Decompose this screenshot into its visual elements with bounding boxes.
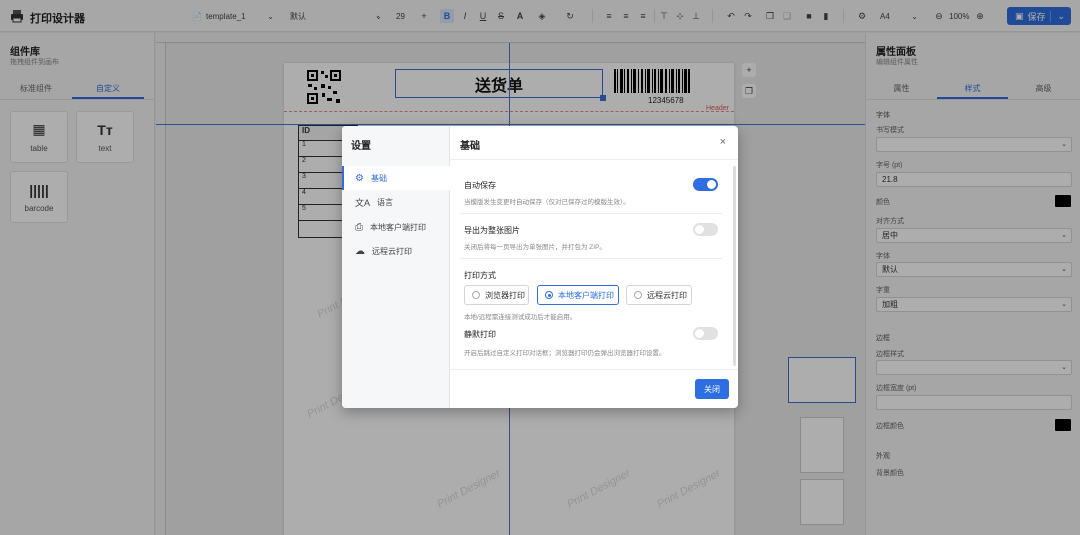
silent-print-toggle[interactable]: [693, 327, 718, 340]
settings-title: 设置: [351, 141, 371, 152]
nav-item-basic[interactable]: ⚙ 基础: [342, 166, 450, 190]
settings-header: 基础 ×: [450, 126, 738, 160]
export-image-toggle[interactable]: [693, 223, 718, 236]
scrollbar[interactable]: [733, 166, 736, 366]
close-icon[interactable]: ×: [720, 136, 726, 148]
nav-label: 基础: [370, 173, 387, 183]
translate-icon: 文A: [355, 197, 371, 208]
radio-cloud-print[interactable]: 远程云打印: [626, 285, 692, 305]
close-button[interactable]: 关闭: [695, 379, 729, 399]
export-image-desc: 关闭后将每一页导出为单张图片，并打包为 ZIP。: [464, 244, 606, 251]
cloud-icon: ☁: [355, 245, 365, 257]
print-mode-label: 打印方式: [464, 271, 496, 280]
section-title: 基础: [460, 141, 480, 152]
radio-label: 浏览器打印: [485, 290, 525, 300]
export-image-label: 导出为整张图片: [464, 226, 520, 235]
nav-label: 语言: [377, 197, 394, 207]
nav-label: 本地客户端打印: [370, 222, 426, 232]
settings-dialog: 设置 ⚙ 基础 文A 语言 ⎙ 本地客户端打印 ☁ 远程云打印 基础 × 自动保…: [342, 126, 738, 408]
printer-icon: ⎙: [355, 221, 363, 233]
nav-item-language[interactable]: 文A 语言: [342, 190, 450, 214]
radio-label: 本地客户端打印: [558, 290, 614, 300]
radio-browser-print[interactable]: 浏览器打印: [464, 285, 529, 305]
silent-print-desc: 开启后跳过自定义打印对话框；浏览器打印仍会弹出浏览器打印设置。: [464, 350, 666, 357]
radio-local-client-print[interactable]: 本地客户端打印: [537, 285, 619, 305]
autosave-toggle[interactable]: [693, 178, 718, 191]
nav-item-cloud-print[interactable]: ☁ 远程云打印: [342, 239, 450, 263]
nav-label: 远程云打印: [372, 246, 412, 256]
settings-sidebar: 设置 ⚙ 基础 文A 语言 ⎙ 本地客户端打印 ☁ 远程云打印: [342, 126, 450, 408]
radio-label: 远程云打印: [647, 290, 687, 300]
silent-print-label: 静默打印: [464, 330, 496, 339]
nav-item-local-print[interactable]: ⎙ 本地客户端打印: [342, 215, 450, 239]
gear-icon: ⚙: [355, 172, 364, 184]
autosave-label: 自动保存: [464, 181, 496, 190]
print-mode-hint: 本地/远程需连接测试成功后才能启用。: [464, 314, 577, 321]
autosave-desc: 当模版发生变更时自动保存（仅对已保存过的模版生效）。: [464, 199, 630, 206]
